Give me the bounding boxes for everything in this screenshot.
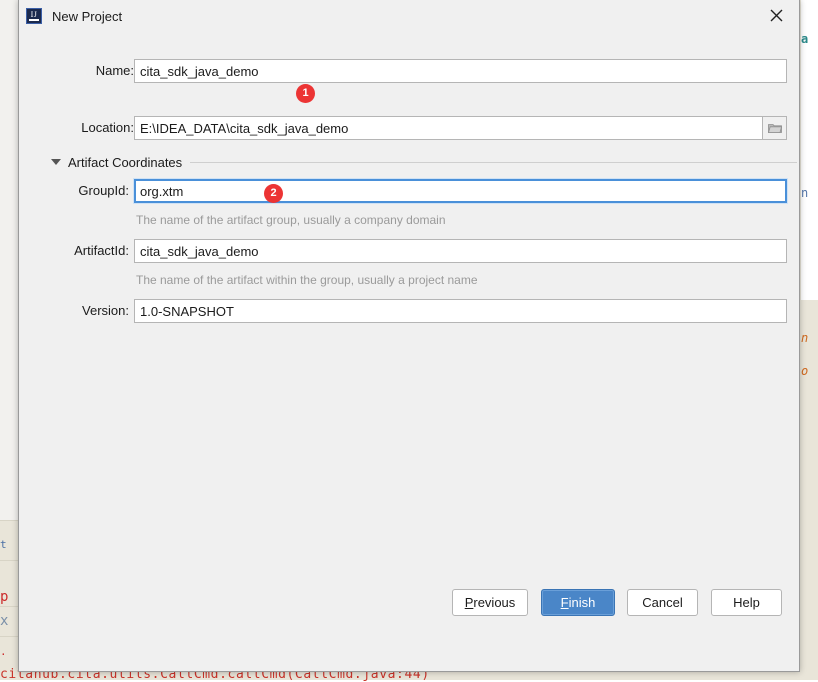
annotation-badge-2: 2 bbox=[264, 184, 283, 203]
finish-button[interactable]: Finish bbox=[541, 589, 615, 616]
dialog-content: Name: 1 Location: Artifact Coordinates G… bbox=[19, 33, 799, 633]
group-id-label: GroupId: bbox=[78, 183, 129, 198]
group-id-row: GroupId: bbox=[19, 179, 801, 203]
name-row: Name: bbox=[19, 59, 801, 83]
artifact-id-input[interactable] bbox=[134, 239, 787, 263]
ide-editor-left-strip bbox=[0, 0, 18, 520]
version-row: Version: bbox=[19, 299, 801, 323]
ide-divider-d bbox=[0, 636, 18, 637]
cancel-button[interactable]: Cancel bbox=[627, 589, 698, 616]
ide-code-fragment: . bbox=[0, 645, 7, 658]
chevron-down-icon bbox=[51, 159, 61, 165]
ide-code-fragment: p bbox=[0, 589, 9, 605]
help-button[interactable]: Help bbox=[711, 589, 782, 616]
ide-code-fragment: o bbox=[801, 364, 809, 378]
artifact-coordinates-section-header[interactable]: Artifact Coordinates bbox=[51, 153, 797, 171]
ide-divider-b bbox=[0, 560, 18, 561]
group-id-input[interactable] bbox=[134, 179, 787, 203]
dialog-title-bar: IJ New Project bbox=[19, 0, 799, 33]
new-project-dialog: IJ New Project Name: 1 Location: bbox=[18, 0, 800, 672]
section-divider bbox=[190, 161, 797, 163]
annotation-badge-1: 1 bbox=[296, 84, 315, 103]
previous-button[interactable]: Previous bbox=[452, 589, 528, 616]
previous-button-label: revious bbox=[473, 595, 516, 610]
cancel-button-label: Cancel bbox=[642, 595, 683, 610]
ide-code-fragment: n bbox=[801, 331, 809, 345]
artifact-coordinates-label: Artifact Coordinates bbox=[68, 154, 183, 170]
ide-code-fragment: a bbox=[801, 32, 809, 46]
artifact-id-label: ArtifactId: bbox=[74, 243, 129, 258]
app-icon-underbar bbox=[29, 19, 39, 21]
artifact-id-row: ArtifactId: bbox=[19, 239, 801, 263]
group-id-hint: The name of the artifact group, usually … bbox=[136, 213, 446, 227]
dialog-button-bar: Previous Finish Cancel Help bbox=[19, 575, 799, 633]
finish-button-mnemonic: F bbox=[560, 595, 569, 610]
version-label: Version: bbox=[82, 303, 129, 318]
artifact-id-hint: The name of the artifact within the grou… bbox=[136, 273, 478, 287]
ide-code-fragment: n bbox=[801, 186, 809, 200]
ide-divider-c bbox=[0, 606, 18, 607]
location-input[interactable] bbox=[134, 116, 763, 140]
dialog-title: New Project bbox=[52, 8, 123, 24]
name-label: Name: bbox=[95, 63, 134, 78]
finish-button-label: inish bbox=[568, 595, 596, 610]
intellij-idea-icon: IJ bbox=[26, 8, 42, 24]
app-icon-text: IJ bbox=[30, 9, 38, 19]
ide-code-fragment: x bbox=[0, 613, 9, 629]
ide-code-fragment: t bbox=[0, 538, 7, 551]
location-row: Location: bbox=[19, 116, 801, 140]
folder-icon[interactable] bbox=[763, 116, 787, 140]
name-input[interactable] bbox=[134, 59, 787, 83]
ide-divider-a bbox=[0, 520, 18, 521]
help-button-label: Help bbox=[733, 595, 760, 610]
close-icon[interactable] bbox=[753, 0, 799, 31]
location-label: Location: bbox=[81, 120, 134, 135]
version-input[interactable] bbox=[134, 299, 787, 323]
